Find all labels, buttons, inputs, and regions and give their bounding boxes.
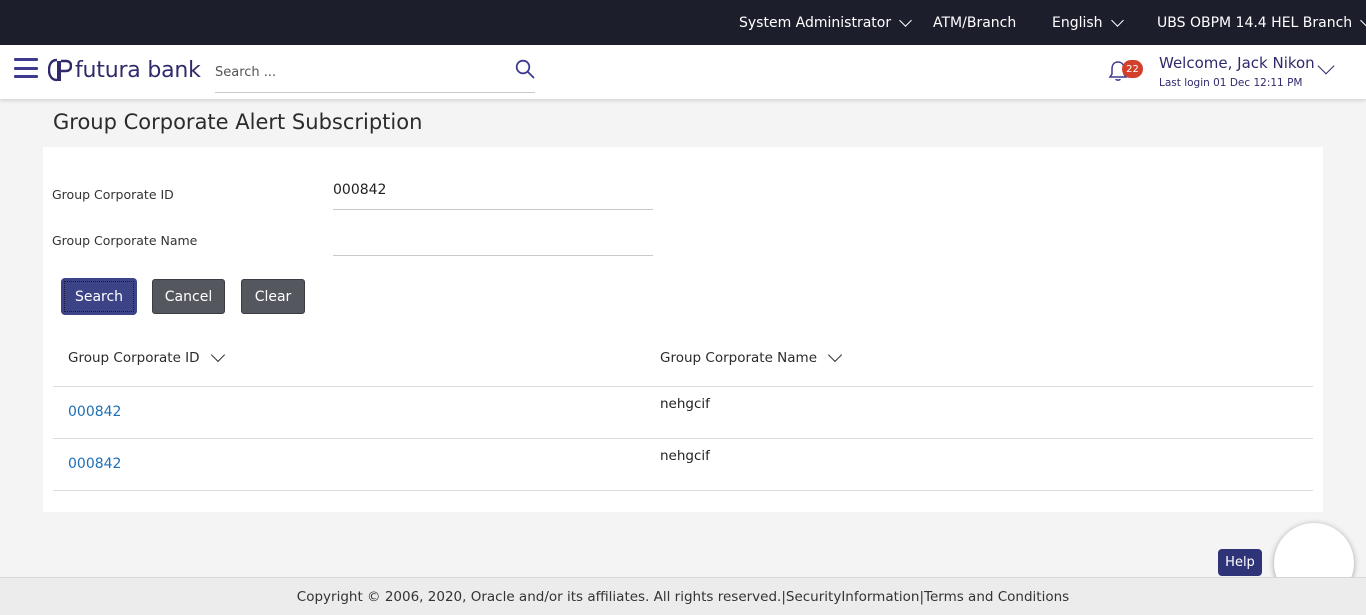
- column-header-group-corporate-name[interactable]: Group Corporate Name: [660, 347, 843, 366]
- hamburger-icon[interactable]: [14, 58, 38, 78]
- group-corporate-name-field[interactable]: [333, 224, 653, 256]
- chevron-down-icon: [1110, 13, 1124, 27]
- welcome-text[interactable]: Welcome, Jack Nikon: [1159, 54, 1315, 72]
- search-icon[interactable]: [515, 59, 535, 79]
- role-label: System Administrator: [739, 14, 892, 31]
- search-button[interactable]: Search: [62, 279, 136, 314]
- branch-label: UBS OBPM 14.4 HEL Branch: [1157, 14, 1353, 31]
- global-search: [215, 57, 535, 93]
- footer: Copyright © 2006, 2020, Oracle and/or it…: [0, 577, 1366, 615]
- branch-selector[interactable]: UBS OBPM 14.4 HEL Branch: [1157, 0, 1366, 45]
- language-selector[interactable]: English: [1052, 0, 1124, 45]
- clear-button[interactable]: Clear: [241, 279, 305, 314]
- table-divider: [53, 490, 1313, 491]
- futura-logo-icon: [48, 58, 72, 82]
- chevron-down-icon: [210, 347, 225, 363]
- chevron-down-icon: [1360, 13, 1366, 27]
- entity-type-link[interactable]: ATM/Branch: [933, 0, 1016, 45]
- group-corporate-name-cell: nehgcif: [660, 448, 710, 464]
- chevron-down-icon: [827, 347, 843, 363]
- search-panel: Group Corporate ID 000842 Group Corporat…: [43, 147, 1323, 512]
- footer-text: Copyright © 2006, 2020, Oracle and/or it…: [296, 588, 1070, 605]
- chevron-down-icon: [899, 13, 912, 27]
- table-divider: [53, 438, 1313, 439]
- column-header-group-corporate-id[interactable]: Group Corporate ID: [68, 347, 225, 366]
- language-label: English: [1052, 14, 1103, 31]
- group-corporate-id-label: Group Corporate ID: [52, 187, 174, 202]
- group-corporate-id-field[interactable]: 000842: [333, 178, 653, 210]
- notification-count-badge[interactable]: 22: [1122, 60, 1143, 78]
- page-title: Group Corporate Alert Subscription: [53, 110, 423, 134]
- header: futura bank 22 Welcome, Jack Nikon Last …: [0, 45, 1366, 99]
- cancel-button[interactable]: Cancel: [152, 279, 225, 314]
- table-divider: [53, 386, 1313, 387]
- search-input[interactable]: [215, 57, 505, 87]
- column-header-label: Group Corporate Name: [660, 350, 817, 366]
- brand-logo[interactable]: futura bank: [48, 55, 201, 85]
- last-login-text: Last login 01 Dec 12:11 PM: [1159, 77, 1303, 89]
- column-header-label: Group Corporate ID: [68, 350, 200, 366]
- brand-name: futura bank: [75, 57, 201, 83]
- help-button[interactable]: Help: [1218, 549, 1262, 576]
- group-corporate-name-label: Group Corporate Name: [52, 233, 198, 248]
- chevron-down-icon[interactable]: [1317, 57, 1335, 75]
- group-corporate-id-link[interactable]: 000842: [68, 404, 121, 420]
- role-selector[interactable]: System Administrator: [739, 0, 912, 45]
- top-bar: System Administrator ATM/Branch English …: [0, 0, 1366, 45]
- group-corporate-id-link[interactable]: 000842: [68, 456, 121, 472]
- group-corporate-name-cell: nehgcif: [660, 396, 710, 412]
- entity-type-label: ATM/Branch: [933, 14, 1017, 31]
